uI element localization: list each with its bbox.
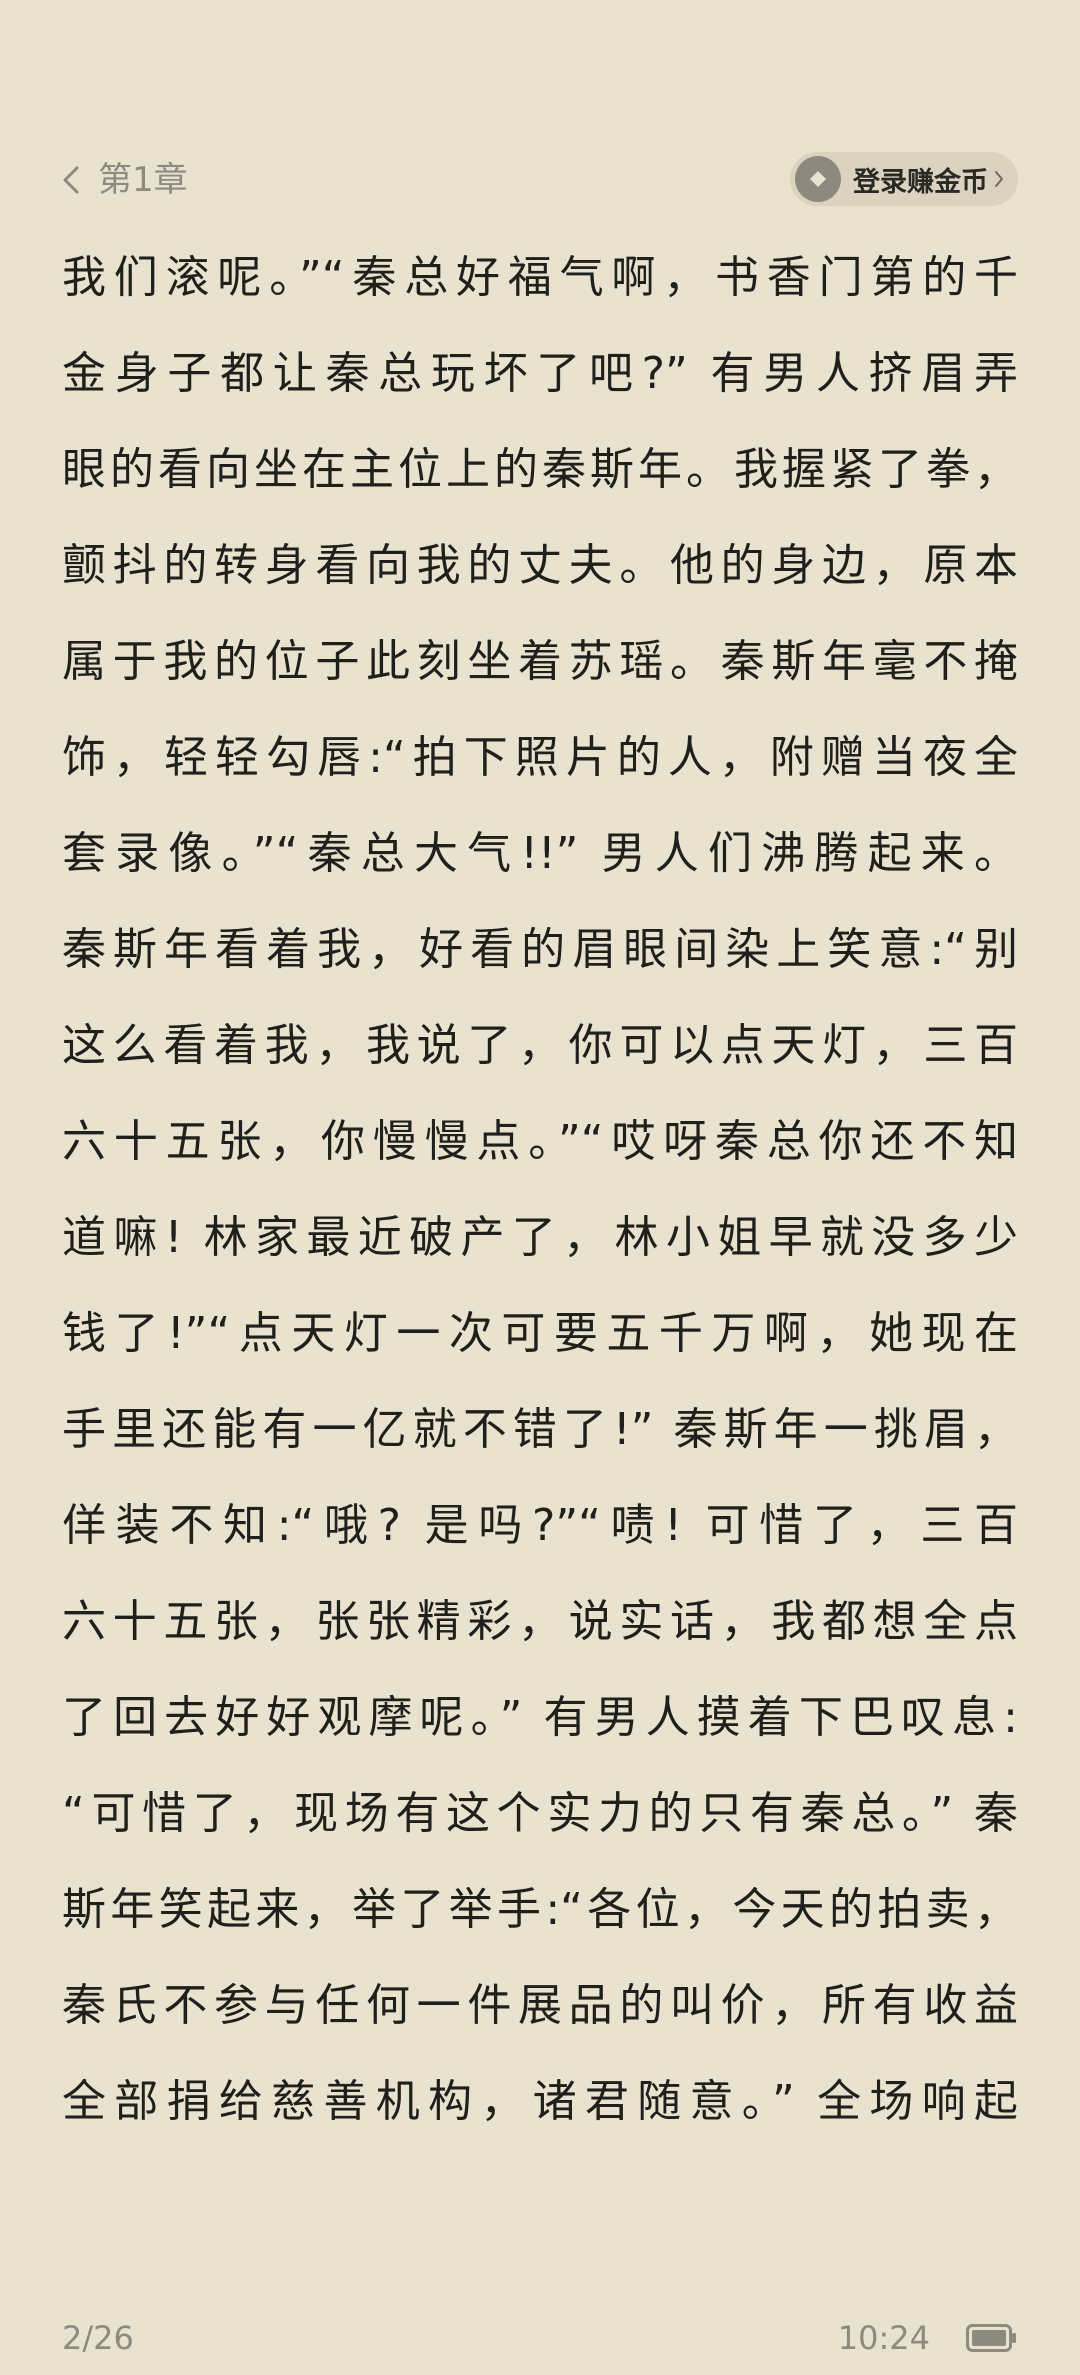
reader-footer: 2/26 10:24 [0, 2310, 1080, 2366]
text-line: 我们滚呢。”“秦总好福气啊，书香门第的千 [62, 252, 1018, 303]
text-line: 金身子都让秦总玩坏了吧?” 有男人挤眉弄 [62, 348, 1018, 399]
text-line: 秦斯年看着我，好看的眉眼间染上笑意:“别 [62, 924, 1018, 975]
battery-icon [966, 2324, 1018, 2352]
text-line: 这么看着我，我说了，你可以点天灯，三百 [62, 1020, 1018, 1071]
text-line: 套录像。”“秦总大气!!” 男人们沸腾起来。 [62, 828, 1018, 879]
text-line: 钱了!”“点天灯一次可要五千万啊，她现在 [62, 1308, 1018, 1359]
login-earn-coins-label: 登录赚金币 [853, 166, 988, 198]
page-indicator: 2/26 [62, 2319, 134, 2357]
chevron-right-icon [994, 170, 1004, 188]
text-line: 佯装不知:“哦? 是吗?”“啧! 可惜了，三百 [62, 1500, 1018, 1551]
text-line: 颤抖的转身看向我的丈夫。他的身边，原本 [62, 540, 1018, 591]
text-line: 道嘛! 林家最近破产了，林小姐早就没多少 [62, 1212, 1018, 1263]
text-line: 斯年笑起来，举了举手:“各位，今天的拍卖， [62, 1884, 1018, 1935]
text-line: 六十五张，张张精彩，说实话，我都想全点 [62, 1596, 1018, 1647]
reading-content[interactable]: 我们滚呢。”“秦总好福气啊，书香门第的千 金身子都让秦总玩坏了吧?” 有男人挤眉… [62, 230, 1018, 2150]
text-line: “可惜了，现场有这个实力的只有秦总。” 秦 [62, 1788, 1018, 1839]
text-line: 秦氏不参与任何一件展品的叫价，所有收益 [62, 1980, 1018, 2031]
chevron-left-icon [56, 160, 86, 200]
login-earn-coins-button[interactable]: 登录赚金币 [790, 152, 1018, 206]
text-line: 眼的看向坐在主位上的秦斯年。我握紧了拳， [62, 444, 1018, 495]
text-line: 全部捐给慈善机构，诸君随意。” 全场响起 [62, 2076, 1018, 2127]
text-line: 属于我的位子此刻坐着苏瑶。秦斯年毫不掩 [62, 636, 1018, 687]
text-line: 了回去好好观摩呢。” 有男人摸着下巴叹息: [62, 1692, 1018, 1743]
clock: 10:24 [837, 2319, 930, 2357]
text-line: 手里还能有一亿就不错了!” 秦斯年一挑眉， [62, 1404, 1018, 1455]
chapter-title: 第1章 [98, 160, 188, 200]
coin-icon [795, 156, 841, 202]
text-line: 六十五张，你慢慢点。”“哎呀秦总你还不知 [62, 1116, 1018, 1167]
text-line: 饰，轻轻勾唇:“拍下照片的人，附赠当夜全 [62, 732, 1018, 783]
back-button[interactable]: 第1章 [56, 150, 188, 210]
top-bar: 第1章 登录赚金币 [0, 150, 1080, 210]
